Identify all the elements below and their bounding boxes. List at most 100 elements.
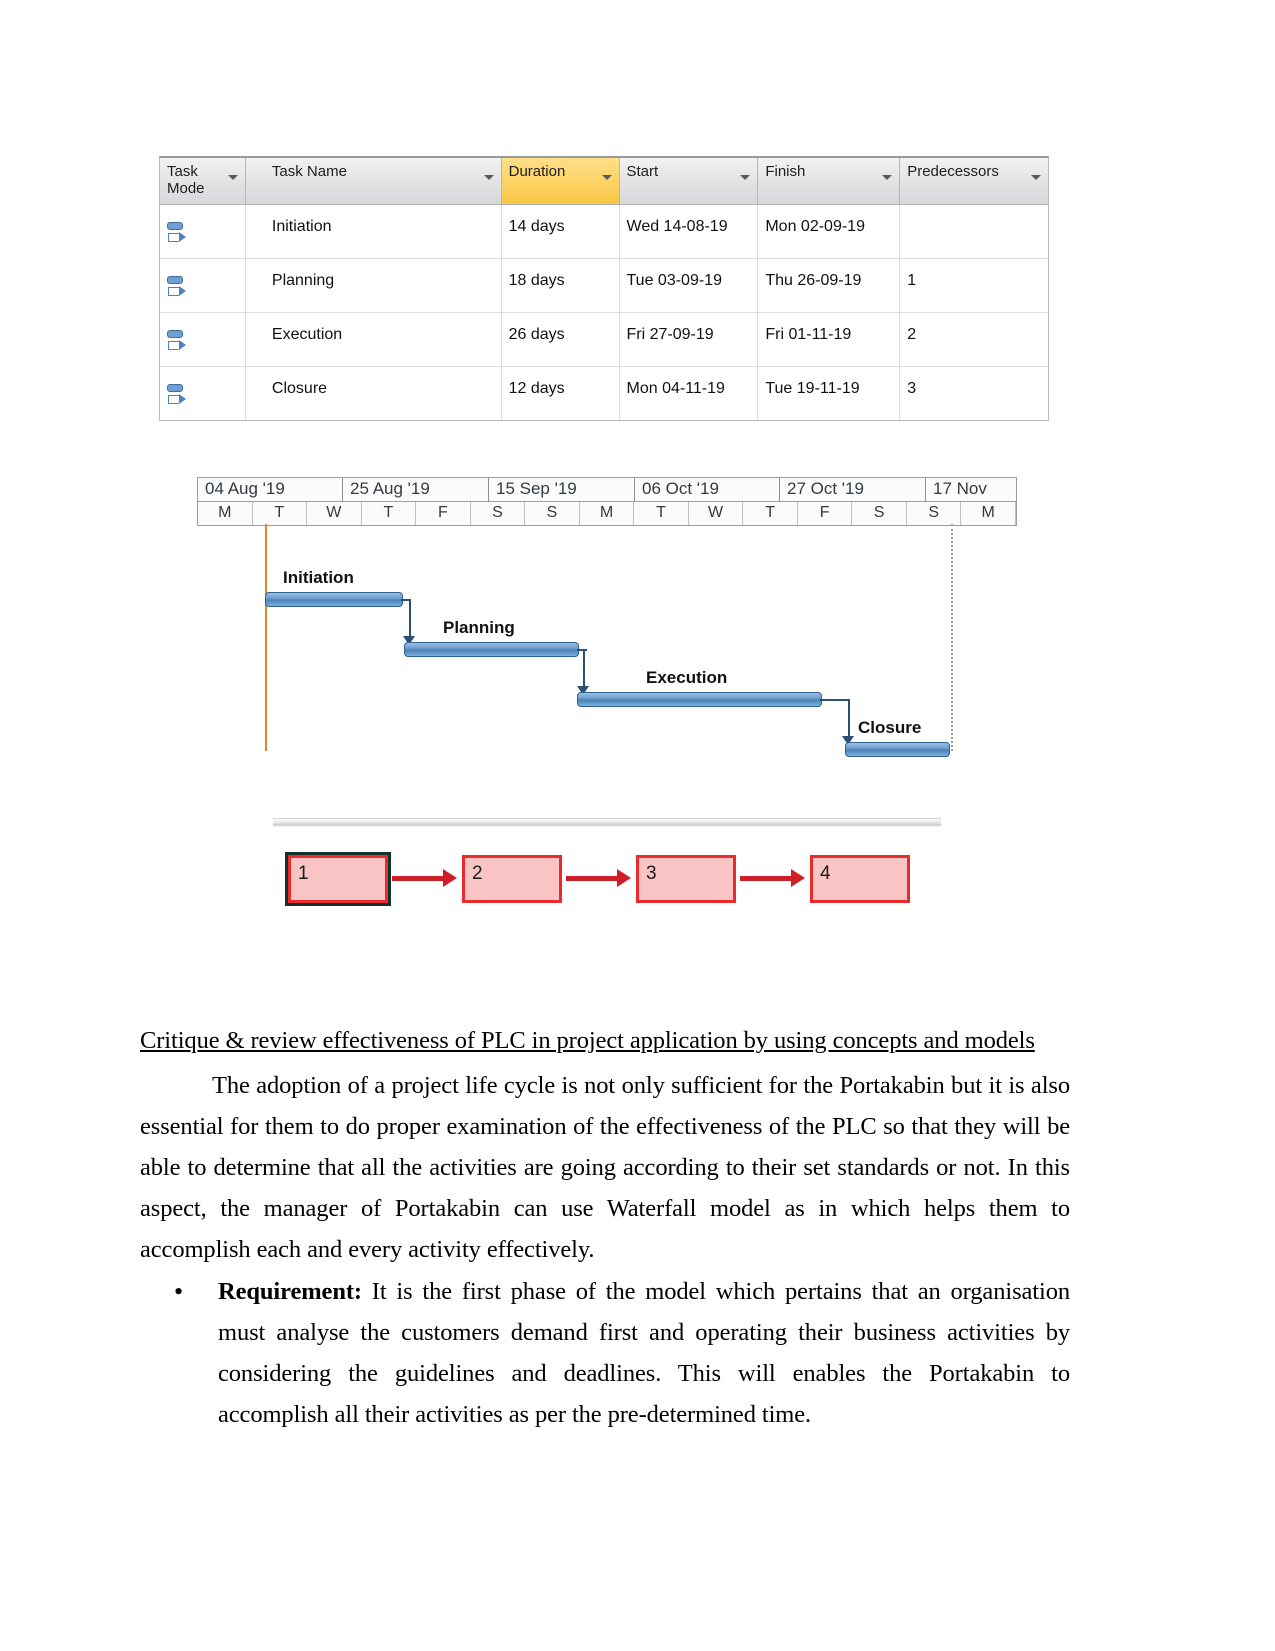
gantt-week-label: 15 Sep '19 [489, 478, 635, 501]
column-header-label: Task Mode [167, 163, 205, 197]
gantt-bar-initiation[interactable] [265, 592, 403, 607]
gantt-bar-execution[interactable] [577, 692, 822, 707]
list-item: • Requirement: It is the first phase of t… [140, 1271, 1070, 1435]
cell-start[interactable]: Fri 27-09-19 [620, 313, 759, 366]
gantt-day-label: T [743, 502, 798, 525]
table-row[interactable]: Execution 26 days Fri 27-09-19 Fri 01-11… [160, 313, 1048, 367]
cell-task-mode[interactable] [160, 205, 246, 258]
network-node[interactable]: 3 [636, 855, 736, 903]
network-arrow [740, 869, 805, 887]
cell-predecessors[interactable]: 2 [900, 313, 1048, 366]
network-arrow [566, 869, 631, 887]
gantt-day-label: F [797, 502, 853, 525]
chevron-down-icon[interactable] [1031, 175, 1042, 180]
gantt-day-label: T [252, 502, 308, 525]
cell-predecessors[interactable] [900, 205, 1048, 258]
network-arrow [392, 869, 457, 887]
horizontal-splitter[interactable] [273, 818, 941, 827]
gantt-week-label: 04 Aug '19 [198, 478, 343, 501]
cell-predecessors[interactable]: 3 [900, 367, 1048, 420]
gantt-day-label: S [470, 502, 526, 525]
document-body: Critique & review effectiveness of PLC i… [140, 1024, 1070, 1435]
table-row[interactable]: Closure 12 days Mon 04-11-19 Tue 19-11-1… [160, 367, 1048, 420]
gantt-bar-label: Planning [443, 618, 515, 637]
cell-predecessors[interactable]: 1 [900, 259, 1048, 312]
gantt-day-label: W [307, 502, 362, 525]
cell-finish[interactable]: Tue 19-11-19 [758, 367, 901, 420]
gantt-week-label: 25 Aug '19 [343, 478, 489, 501]
gantt-bar-label: Initiation [283, 568, 354, 587]
gantt-day-label: S [906, 502, 962, 525]
auto-schedule-icon [167, 222, 191, 252]
chevron-down-icon[interactable] [740, 175, 751, 180]
auto-schedule-icon [167, 384, 191, 414]
gantt-week-label: 06 Oct '19 [635, 478, 780, 501]
column-header-label: Duration [508, 163, 566, 180]
column-header-label: Finish [765, 163, 806, 180]
gantt-week-label: 27 Oct '19 [780, 478, 926, 501]
column-header-duration[interactable]: Duration [501, 158, 620, 204]
gantt-plot-area: Initiation Planning Execution Closure [197, 524, 1017, 757]
gantt-day-label: F [416, 502, 471, 525]
cell-finish[interactable]: Mon 02-09-19 [758, 205, 901, 258]
chevron-down-icon[interactable] [227, 175, 238, 180]
gantt-day-label: W [688, 502, 744, 525]
network-node[interactable]: 2 [462, 855, 562, 903]
bullet-list: • Requirement: It is the first phase of t… [140, 1271, 1070, 1435]
cell-duration[interactable]: 12 days [502, 367, 620, 420]
gantt-week-label: 17 Nov [926, 478, 1016, 501]
section-heading: Critique & review effectiveness of PLC i… [140, 1027, 1035, 1054]
cell-start[interactable]: Mon 04-11-19 [620, 367, 759, 420]
cell-duration[interactable]: 14 days [502, 205, 620, 258]
column-header-label: Start [626, 163, 659, 180]
gantt-bar-planning[interactable] [404, 642, 579, 657]
cell-duration[interactable]: 26 days [502, 313, 620, 366]
column-header-label: Predecessors [907, 163, 999, 180]
bullet-marker: • [174, 1277, 184, 1306]
column-header-start[interactable]: Start [620, 158, 759, 204]
cell-task-name[interactable]: Planning [246, 259, 502, 312]
auto-schedule-icon [167, 276, 191, 306]
auto-schedule-icon [167, 330, 191, 360]
gantt-day-label: T [634, 502, 689, 525]
gantt-day-label: T [361, 502, 417, 525]
chevron-down-icon[interactable] [601, 175, 612, 180]
gantt-timescale-header: 04 Aug '19 25 Aug '19 15 Sep '19 06 Oct … [197, 477, 1017, 526]
column-header-finish[interactable]: Finish [758, 158, 901, 204]
cell-duration[interactable]: 18 days [502, 259, 620, 312]
cell-start[interactable]: Wed 14-08-19 [620, 205, 759, 258]
gantt-bar-label: Execution [646, 668, 728, 687]
cell-task-name[interactable]: Closure [246, 367, 502, 420]
network-diagram: 1 2 3 4 [288, 855, 910, 911]
cell-finish[interactable]: Thu 26-09-19 [758, 259, 901, 312]
status-date-line [951, 524, 953, 751]
gantt-day-label: S [852, 502, 907, 525]
network-node[interactable]: 1 [288, 855, 388, 903]
gantt-day-label: S [525, 502, 580, 525]
column-header-predecessors[interactable]: Predecessors [900, 158, 1048, 204]
gantt-day-label: M [198, 502, 253, 525]
gantt-day-row: M T W T F S S M T W T F S S M [198, 501, 1016, 525]
cell-task-mode[interactable] [160, 259, 246, 312]
cell-task-name[interactable]: Execution [246, 313, 502, 366]
gantt-day-label: M [579, 502, 635, 525]
table-row[interactable]: Initiation 14 days Wed 14-08-19 Mon 02-0… [160, 205, 1048, 259]
chevron-down-icon[interactable] [882, 175, 893, 180]
gantt-bar-label: Closure [858, 718, 922, 737]
gantt-day-label: M [961, 502, 1016, 525]
chevron-down-icon[interactable] [483, 175, 494, 180]
cell-task-mode[interactable] [160, 367, 246, 420]
cell-start[interactable]: Tue 03-09-19 [620, 259, 759, 312]
column-header-task-mode[interactable]: Task Mode [160, 158, 246, 204]
column-header-task-name[interactable]: Task Name [246, 158, 502, 204]
network-node[interactable]: 4 [810, 855, 910, 903]
cell-task-name[interactable]: Initiation [246, 205, 502, 258]
table-row[interactable]: Planning 18 days Tue 03-09-19 Thu 26-09-… [160, 259, 1048, 313]
body-paragraph: The adoption of a project life cycle is … [140, 1072, 1070, 1263]
task-table-header-row: Task Mode Task Name Duration Start Finis… [160, 158, 1048, 205]
task-table: Task Mode Task Name Duration Start Finis… [159, 156, 1049, 421]
cell-finish[interactable]: Fri 01-11-19 [758, 313, 901, 366]
gantt-bar-closure[interactable] [845, 742, 950, 757]
gantt-chart: 04 Aug '19 25 Aug '19 15 Sep '19 06 Oct … [197, 477, 1017, 757]
cell-task-mode[interactable] [160, 313, 246, 366]
